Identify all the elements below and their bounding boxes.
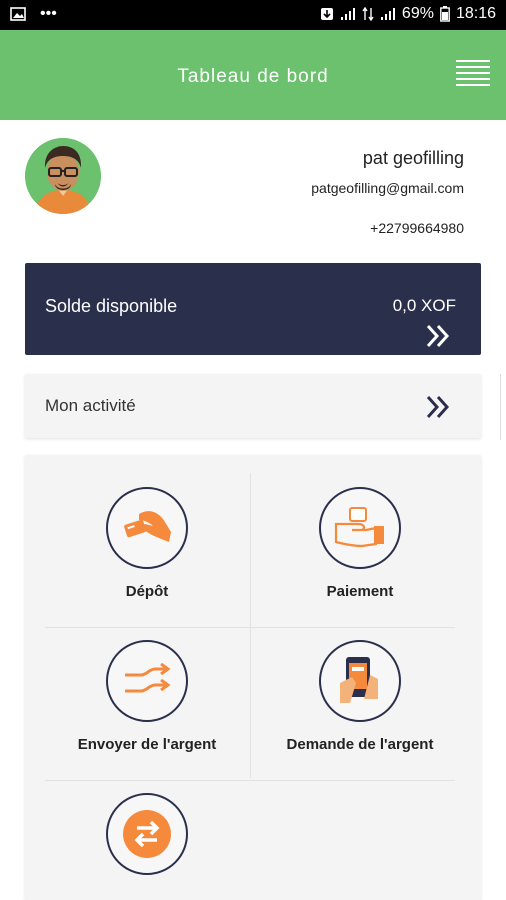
clock: 18:16: [455, 5, 496, 22]
grid-divider: [45, 627, 455, 628]
service-label: Paiement: [326, 583, 394, 600]
side-panel-edge: [500, 374, 506, 440]
service-tile-payment[interactable]: Paiement: [250, 487, 470, 600]
profile-name: pat geofilling: [362, 148, 464, 168]
data-icon: [362, 7, 374, 21]
service-tile-request-money[interactable]: Demande de l'argent: [250, 640, 470, 753]
menu-button[interactable]: [456, 60, 490, 90]
service-label: Demande de l'argent: [286, 736, 434, 753]
deposit-icon: [106, 487, 188, 569]
page-title: Tableau de bord: [177, 66, 329, 87]
battery-percent: 69%: [401, 5, 434, 22]
services-grid: Dépôt Paiement Envoyer de l'argent Deman…: [25, 455, 481, 900]
menu-icon: [456, 60, 490, 62]
balance-value: 0,0 XOF: [392, 296, 456, 315]
double-chevron-right-icon[interactable]: [425, 323, 451, 349]
gallery-icon: [10, 7, 26, 21]
more-notifications-icon: •••: [40, 5, 57, 22]
activity-label: Mon activité: [45, 396, 136, 415]
service-tile-exchange[interactable]: [37, 793, 257, 875]
profile-phone: +22799664980: [370, 220, 464, 236]
avatar: [25, 138, 101, 214]
activity-card[interactable]: Mon activité: [25, 374, 481, 438]
service-label: Dépôt: [125, 583, 169, 600]
battery-icon: [440, 6, 450, 22]
app-header: Tableau de bord: [0, 30, 506, 120]
exchange-icon: [106, 793, 188, 875]
payment-icon: [319, 487, 401, 569]
balance-card[interactable]: Solde disponible 0,0 XOF: [25, 263, 481, 355]
grid-divider: [45, 780, 455, 781]
profile-email: patgeofilling@gmail.com: [311, 180, 464, 196]
phone-request-icon: [319, 640, 401, 722]
signal-icon-2: [380, 8, 395, 20]
download-icon: [320, 8, 333, 20]
balance-label: Solde disponible: [45, 296, 178, 316]
service-tile-send-money[interactable]: Envoyer de l'argent: [37, 640, 257, 753]
transfer-arrows-icon: [106, 640, 188, 722]
double-chevron-right-icon[interactable]: [425, 394, 451, 420]
service-tile-deposit[interactable]: Dépôt: [37, 487, 257, 600]
profile-section: pat geofilling patgeofilling@gmail.com +…: [0, 120, 506, 255]
status-bar: ••• 69% 18:16: [0, 0, 506, 30]
signal-icon: [340, 8, 355, 20]
service-label: Envoyer de l'argent: [77, 736, 217, 753]
